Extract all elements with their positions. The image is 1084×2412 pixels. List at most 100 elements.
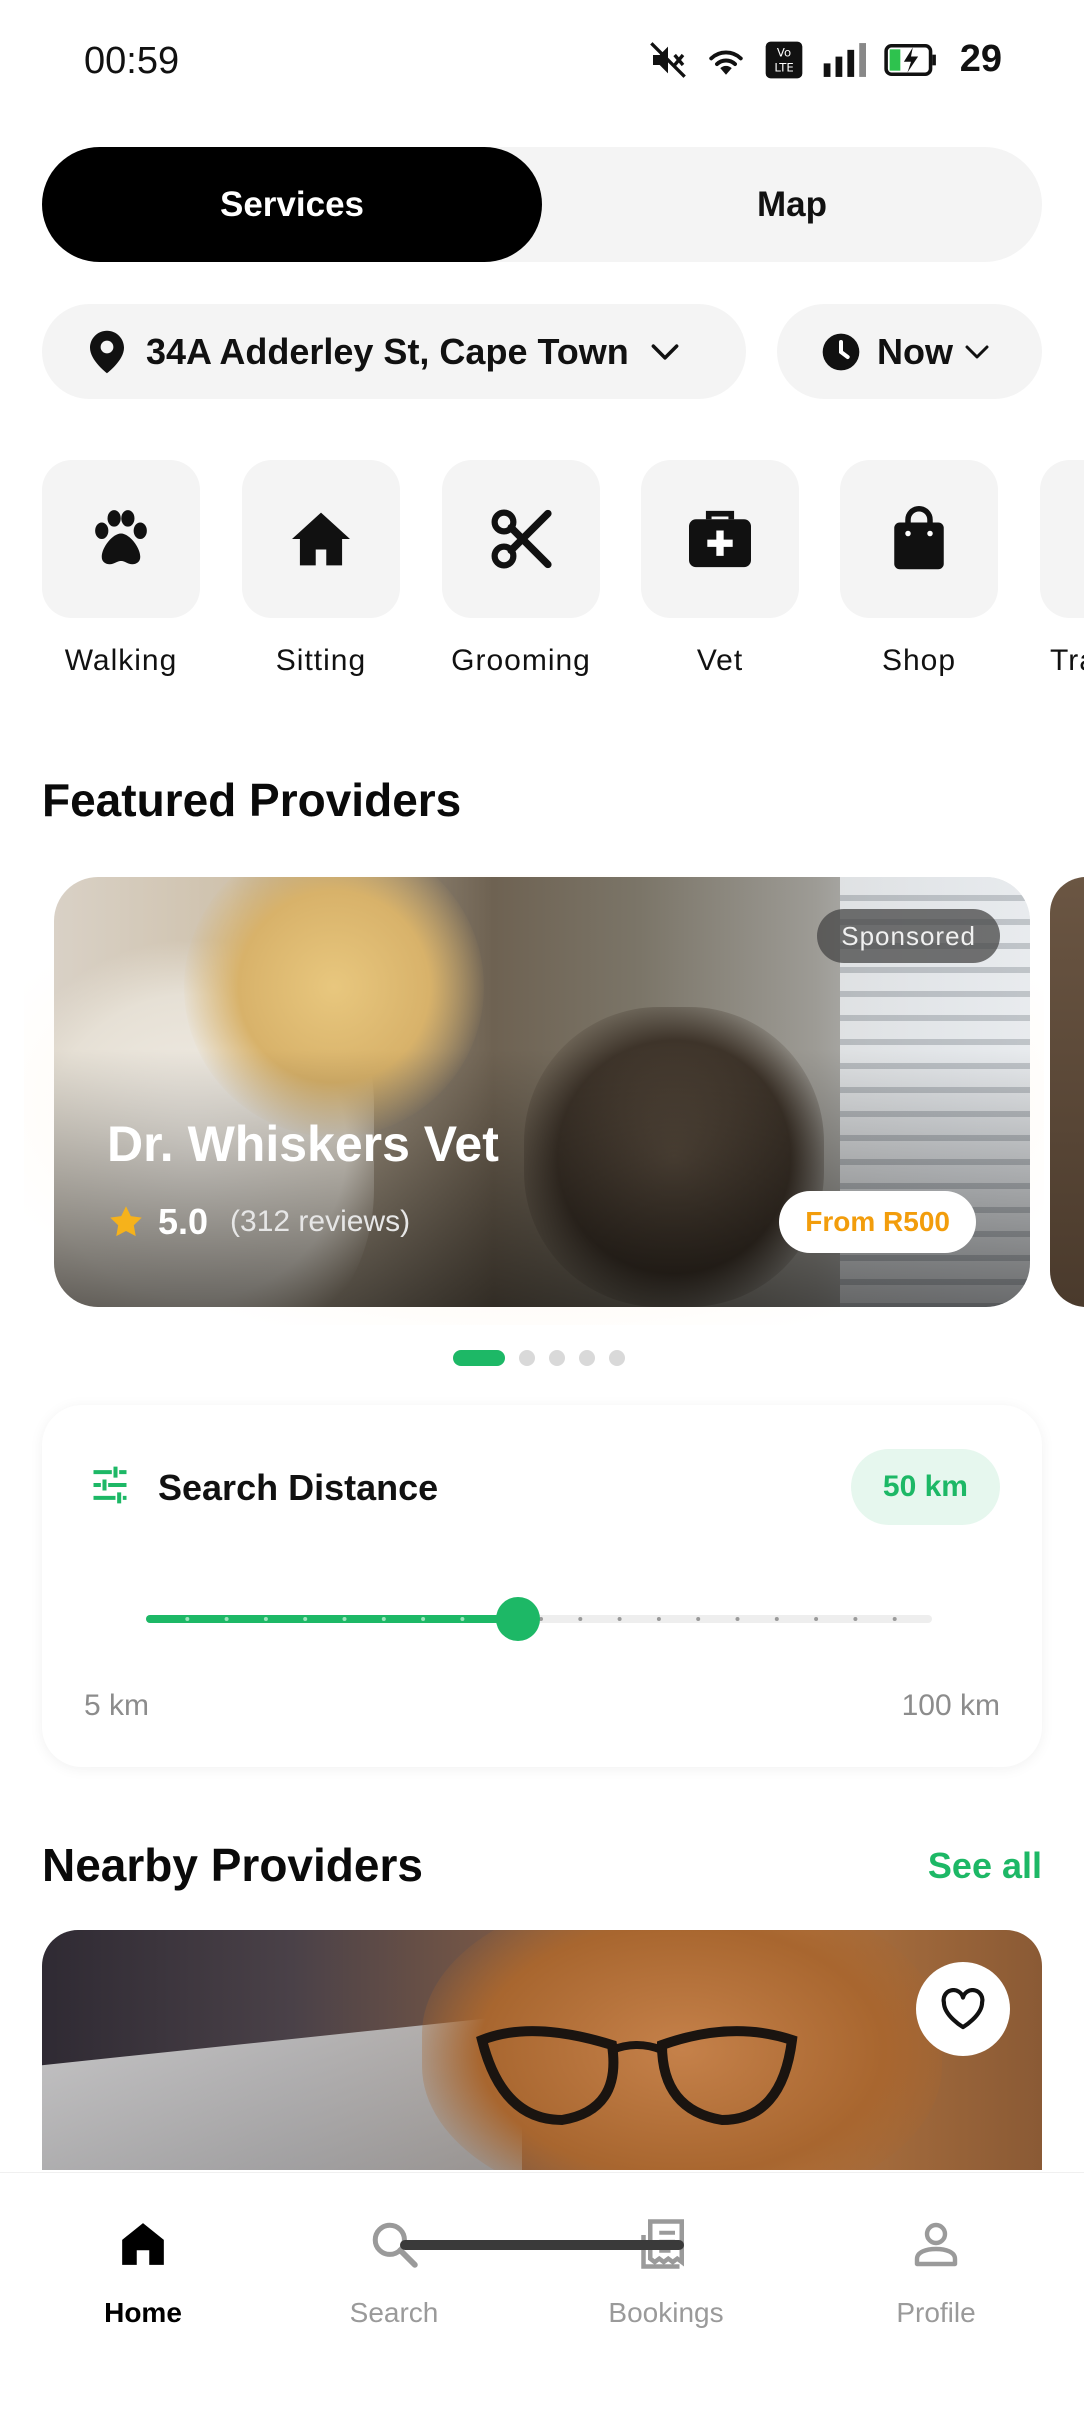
nav-label: Profile bbox=[896, 2297, 976, 2328]
status-time: 00:59 bbox=[84, 40, 180, 82]
paw-icon bbox=[95, 510, 147, 565]
next-provider-card[interactable] bbox=[1050, 877, 1084, 1307]
carousel-dot[interactable] bbox=[579, 1350, 595, 1366]
wifi-icon bbox=[709, 50, 743, 75]
slider-tick bbox=[853, 1617, 858, 1621]
slider-tick bbox=[460, 1617, 465, 1621]
see-all-link[interactable]: See all bbox=[928, 1845, 1042, 1887]
status-bar: 00:59 Vo LTE 29 bbox=[0, 0, 1084, 126]
signal-icon bbox=[823, 42, 866, 77]
medical-kit-icon bbox=[689, 510, 751, 568]
slider-tick bbox=[617, 1617, 622, 1621]
slider-tick bbox=[774, 1617, 779, 1621]
category-tile bbox=[840, 460, 998, 618]
category-training[interactable]: Tra bbox=[1040, 460, 1084, 678]
category-tile bbox=[42, 460, 200, 618]
carousel-dot[interactable] bbox=[549, 1350, 565, 1366]
sponsored-badge: Sponsored bbox=[817, 909, 1000, 963]
category-label: Sitting bbox=[275, 644, 367, 677]
sliders-icon bbox=[93, 1466, 127, 1504]
nav-profile[interactable]: Profile bbox=[846, 2213, 1026, 2329]
tab-services[interactable]: Services bbox=[42, 147, 542, 262]
rating-row: 5.0 (312 reviews) bbox=[108, 1201, 410, 1243]
category-tile bbox=[1040, 460, 1084, 618]
location-selector[interactable]: 34A Adderley St, Cape Town bbox=[42, 304, 746, 399]
price-badge: From R500 bbox=[779, 1191, 976, 1253]
battery-charging-icon bbox=[884, 43, 936, 76]
view-switcher: Services Map bbox=[42, 147, 1042, 262]
category-label: Tra bbox=[1050, 644, 1084, 677]
category-label: Walking bbox=[64, 644, 178, 677]
range-min-label: 5 km bbox=[84, 1689, 150, 1722]
location-pin-icon bbox=[90, 330, 124, 373]
carousel-dot[interactable] bbox=[453, 1350, 505, 1366]
slider-tick bbox=[735, 1617, 740, 1621]
mute-icon bbox=[649, 41, 686, 78]
slider-tick bbox=[814, 1617, 819, 1621]
home-icon bbox=[122, 2223, 164, 2265]
location-address: 34A Adderley St, Cape Town bbox=[146, 330, 629, 372]
category-walking[interactable]: Walking bbox=[42, 460, 200, 678]
distance-slider[interactable] bbox=[146, 1597, 932, 1641]
slider-tick bbox=[892, 1617, 897, 1621]
nav-bookings[interactable]: Bookings bbox=[576, 2213, 756, 2329]
category-label: Vet bbox=[696, 644, 744, 677]
bottom-navigation: Home Search Bookings Profile bbox=[0, 2172, 1084, 2412]
category-tile bbox=[442, 460, 600, 618]
battery-level: 29 bbox=[959, 38, 1002, 80]
category-grooming[interactable]: Grooming bbox=[442, 460, 600, 678]
favorite-button[interactable] bbox=[916, 1962, 1010, 2056]
category-sitting[interactable]: Sitting bbox=[242, 460, 400, 678]
tab-map[interactable]: Map bbox=[542, 147, 1042, 262]
home-icon bbox=[292, 512, 350, 566]
star-icon bbox=[110, 1206, 142, 1237]
status-icons: Vo LTE 29 bbox=[648, 38, 1002, 81]
category-row: Walking Sitting Grooming Vet Shop Tra bbox=[0, 460, 1084, 690]
carousel-dots bbox=[453, 1350, 625, 1366]
category-tile bbox=[242, 460, 400, 618]
category-label: Grooming bbox=[451, 644, 591, 677]
slider-tick bbox=[303, 1617, 308, 1621]
slider-tick bbox=[696, 1617, 701, 1621]
category-tile bbox=[641, 460, 799, 618]
slider-tick bbox=[224, 1617, 229, 1621]
category-vet[interactable]: Vet bbox=[641, 460, 799, 678]
time-label: Now bbox=[877, 330, 953, 372]
slider-tick bbox=[185, 1617, 190, 1621]
nav-search[interactable]: Search bbox=[304, 2213, 484, 2329]
svg-text:Vo: Vo bbox=[777, 45, 791, 59]
category-shop[interactable]: Shop bbox=[840, 460, 998, 678]
time-selector[interactable]: Now bbox=[777, 304, 1042, 399]
scissors-icon bbox=[491, 509, 552, 569]
person-icon bbox=[914, 2222, 958, 2267]
search-distance-title: Search Distance bbox=[158, 1467, 439, 1508]
svg-text:LTE: LTE bbox=[774, 60, 793, 74]
nearby-provider-card[interactable] bbox=[42, 1930, 1042, 2170]
nav-label: Home bbox=[104, 2297, 182, 2328]
category-label: Shop bbox=[881, 644, 957, 677]
range-max-label: 100 km bbox=[901, 1689, 1000, 1722]
provider-name: Dr. Whiskers Vet bbox=[107, 1116, 499, 1172]
slider-tick bbox=[656, 1617, 661, 1621]
clock-icon bbox=[822, 333, 860, 370]
slider-tick bbox=[578, 1617, 583, 1621]
home-indicator bbox=[400, 2240, 684, 2250]
carousel-dot[interactable] bbox=[519, 1350, 535, 1366]
slider-thumb[interactable] bbox=[496, 1597, 540, 1641]
carousel-dot[interactable] bbox=[609, 1350, 625, 1366]
nearby-providers-title: Nearby Providers bbox=[42, 1839, 423, 1891]
slider-tick bbox=[342, 1617, 347, 1621]
slider-tick bbox=[263, 1617, 268, 1621]
featured-provider-card[interactable]: Sponsored Dr. Whiskers Vet 5.0 (312 revi… bbox=[54, 877, 1030, 1307]
review-count: (312 reviews) bbox=[230, 1205, 411, 1238]
nav-label: Bookings bbox=[608, 2297, 724, 2328]
rating-value: 5.0 bbox=[158, 1201, 209, 1242]
slider-tick bbox=[381, 1617, 386, 1621]
nav-home[interactable]: Home bbox=[53, 2213, 233, 2329]
volte-icon: VoLTE bbox=[765, 41, 803, 78]
featured-providers-title: Featured Providers bbox=[42, 774, 462, 826]
nav-label: Search bbox=[349, 2297, 439, 2328]
chevron-down-icon bbox=[965, 345, 989, 358]
search-distance-card: Search Distance 50 km 5 km 100 km bbox=[42, 1405, 1042, 1767]
distance-value-badge: 50 km bbox=[850, 1449, 1000, 1525]
